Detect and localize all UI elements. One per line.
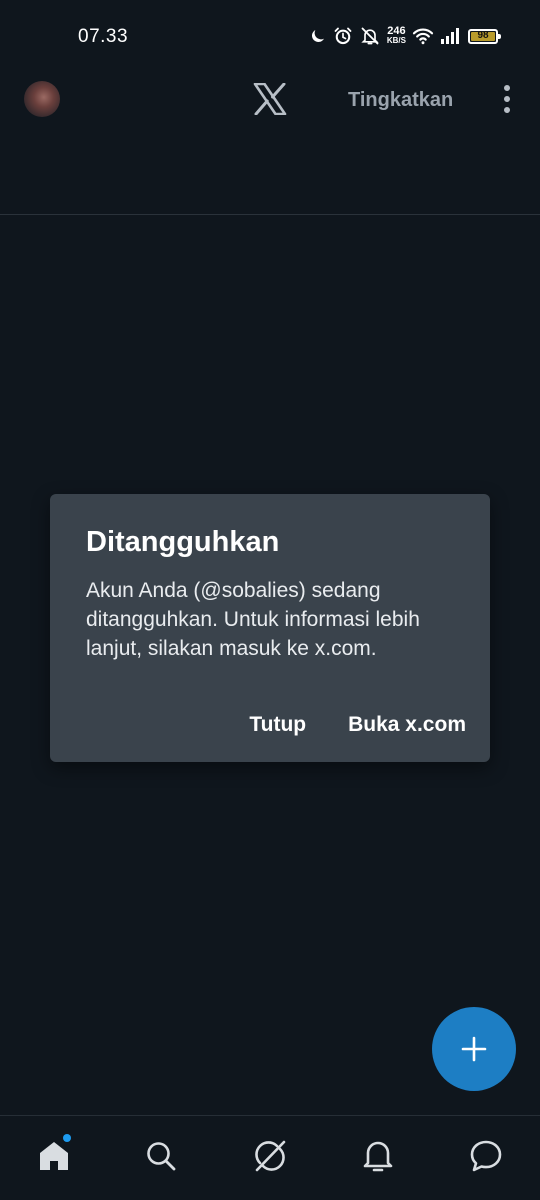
more-vertical-icon[interactable] (496, 84, 518, 114)
x-logo-icon (253, 83, 287, 115)
battery-icon: 98 (468, 28, 501, 44)
net-speed-unit: KB/S (386, 36, 406, 45)
plus-icon (461, 1036, 487, 1062)
avatar[interactable] (24, 81, 60, 117)
wifi-icon (412, 28, 434, 45)
net-speed-value: 246 (387, 25, 406, 37)
moon-icon (311, 30, 324, 42)
chat-icon (470, 1140, 502, 1172)
signal-icon (441, 28, 459, 44)
nav-home[interactable] (34, 1134, 74, 1176)
battery-level: 98 (477, 29, 489, 41)
upgrade-link[interactable]: Tingkatkan (348, 89, 453, 112)
suspended-dialog: Ditangguhkan Akun Anda (@sobalies) sedan… (50, 494, 490, 762)
grok-icon (255, 1140, 286, 1172)
nav-messages[interactable] (466, 1136, 506, 1176)
open-x-com-button[interactable]: Buka x.com (348, 713, 466, 737)
compose-button[interactable] (432, 1007, 516, 1091)
dialog-message: Akun Anda (@sobalies) sedang ditangguhka… (86, 579, 420, 660)
dialog-title: Ditangguhkan (86, 526, 280, 558)
bell-icon (363, 1141, 393, 1172)
alarm-icon (334, 27, 352, 45)
status-icons: 246 KB/S 98 (309, 24, 501, 48)
notification-dot (63, 1134, 71, 1142)
nav-search[interactable] (141, 1136, 181, 1176)
status-time: 07.33 (78, 26, 129, 47)
close-button[interactable]: Tutup (249, 713, 306, 737)
nav-grok[interactable] (250, 1136, 290, 1176)
top-header: Tingkatkan (0, 72, 540, 215)
home-icon (40, 1142, 68, 1170)
search-icon (147, 1142, 176, 1171)
net-speed: 246 KB/S (387, 26, 406, 46)
status-bar: 07.33 246 KB/S 98 (0, 0, 540, 72)
dialog-actions: Tutup Buka x.com (249, 713, 466, 737)
bell-muted-icon (361, 27, 379, 45)
bottom-nav (0, 1115, 540, 1200)
nav-notifications[interactable] (358, 1136, 398, 1176)
